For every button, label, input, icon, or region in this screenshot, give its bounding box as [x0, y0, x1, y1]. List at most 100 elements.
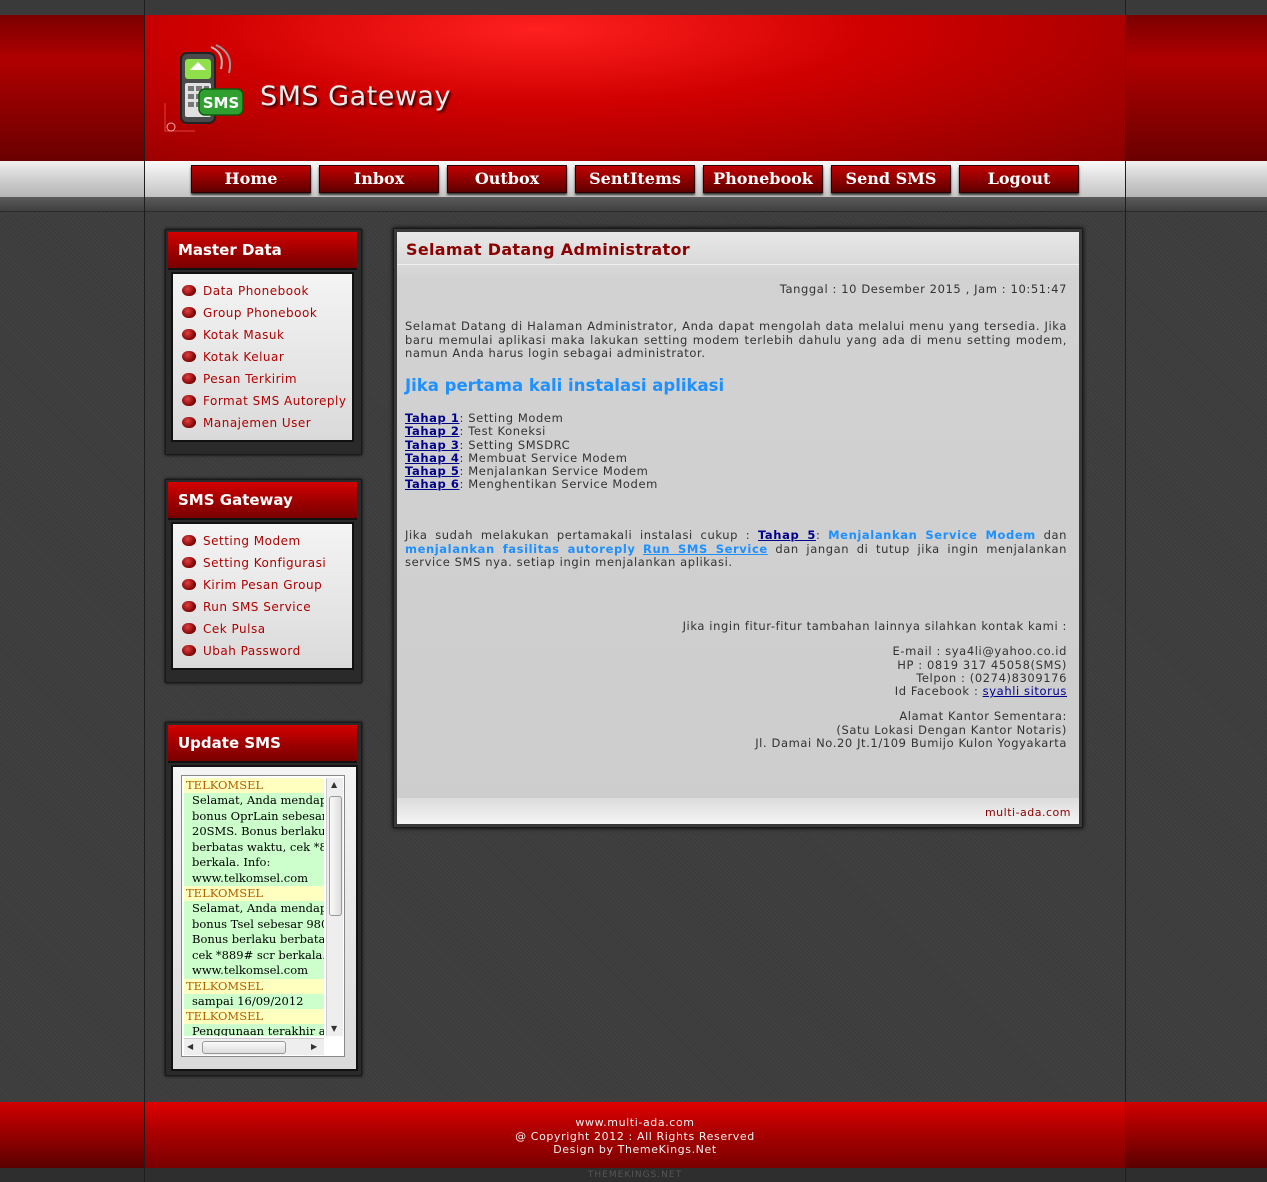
main-nav: Home Inbox Outbox SentItems Phonebook Se…: [145, 161, 1125, 197]
step-link[interactable]: Tahap 2: [405, 424, 460, 438]
step-item: Tahap 2: Test Koneksi: [405, 424, 546, 439]
menu-format-sms-autoreply[interactable]: Format SMS Autoreply: [173, 390, 352, 412]
update-sms-body: TELKOMSEL Selamat, Anda mendapatk bonus …: [171, 765, 358, 1071]
scroll-left-icon[interactable]: ◀: [187, 1042, 193, 1051]
menu-data-phonebook[interactable]: Data Phonebook: [173, 280, 352, 302]
bullet-icon: [182, 645, 196, 656]
install-heading: Jika pertama kali instalasi aplikasi: [405, 376, 725, 395]
nav-inbox[interactable]: Inbox: [319, 165, 439, 193]
sms-scroll-box[interactable]: TELKOMSEL Selamat, Anda mendapatk bonus …: [181, 775, 345, 1057]
office-label: Alamat Kantor Sementara:: [899, 709, 1067, 724]
vertical-scrollbar[interactable]: ▲ ▼: [326, 778, 343, 1036]
menu-run-sms-service[interactable]: Run SMS Service: [173, 596, 352, 618]
bullet-icon: [182, 535, 196, 546]
panel-menu: Data Phonebook Group Phonebook Kotak Mas…: [171, 272, 354, 442]
step-item: Tahap 1: Setting Modem: [405, 411, 564, 425]
menu-kotak-keluar[interactable]: Kotak Keluar: [173, 346, 352, 368]
scroll-up-icon[interactable]: ▲: [331, 780, 337, 789]
panel-master-data: Master Data Data Phonebook Group Phonebo…: [165, 229, 362, 455]
sms-line: berbatas waktu, cek *889#: [184, 839, 324, 855]
menu-pesan-terkirim[interactable]: Pesan Terkirim: [173, 368, 352, 390]
sms-line: www.telkomsel.com: [184, 870, 324, 886]
tahap-5-link[interactable]: Tahap 5: [758, 528, 816, 542]
sms-line: Selamat, Anda mendapatk: [184, 793, 324, 809]
phone-logo-icon: SMS: [164, 44, 244, 132]
bullet-icon: [182, 329, 196, 340]
site-footer: www.multi-ada.com @ Copyright 2012 : All…: [145, 1102, 1125, 1168]
scroll-right-icon[interactable]: ▶: [311, 1042, 317, 1051]
bullet-icon: [182, 395, 196, 406]
step-item: Tahap 4: Membuat Service Modem: [405, 450, 628, 465]
contact-facebook: Id Facebook : syahli sitorus: [894, 684, 1067, 699]
nav-logout[interactable]: Logout: [959, 165, 1079, 193]
facebook-link[interactable]: syahli sitorus: [983, 684, 1067, 698]
bullet-icon: [182, 579, 196, 590]
step-link[interactable]: Tahap 5: [405, 464, 460, 478]
bullet-icon: [182, 623, 196, 634]
menu-kotak-masuk[interactable]: Kotak Masuk: [173, 324, 352, 346]
svg-text:SMS: SMS: [203, 94, 240, 112]
panel-menu: Setting Modem Setting Konfigurasi Kirim …: [171, 522, 354, 670]
menu-group-phonebook[interactable]: Group Phonebook: [173, 302, 352, 324]
bullet-icon: [182, 351, 196, 362]
step-item: Tahap 5: Menjalankan Service Modem: [405, 464, 649, 479]
sms-line: bonus OprLain sebesar: [184, 808, 324, 824]
menu-cek-pulsa[interactable]: Cek Pulsa: [173, 618, 352, 640]
sms-operator: TELKOMSEL: [184, 778, 324, 793]
step-item: Tahap 6: Menghentikan Service Modem: [405, 477, 658, 492]
sms-line: bonus Tsel sebesar 980SM: [184, 916, 324, 932]
nav-home[interactable]: Home: [191, 165, 311, 193]
contact-intro: Jika ingin fitur-fitur tambahan lainnya …: [682, 619, 1067, 633]
sms-line: Penggunaan terakhir anda: [184, 1024, 324, 1036]
bullet-icon: [182, 557, 196, 568]
menu-setting-konfigurasi[interactable]: Setting Konfigurasi: [173, 552, 352, 574]
sms-line: berkala. Info:: [184, 855, 324, 871]
content-footer-link[interactable]: multi-ada.com: [985, 806, 1071, 819]
panel-header: Update SMS: [168, 725, 357, 763]
sms-line: Selamat, Anda mendapatk: [184, 901, 324, 917]
sms-line: sampai 16/09/2012: [184, 993, 324, 1009]
contact-hp: HP : 0819 317 45058(SMS): [897, 657, 1067, 672]
panel-title: Update SMS: [178, 734, 281, 752]
panel-header: SMS Gateway: [168, 482, 357, 520]
scroll-down-icon[interactable]: ▼: [331, 1024, 337, 1033]
sms-line: www.telkomsel.com: [184, 963, 324, 979]
after-install-text: Jika sudah melakukan pertamakali instala…: [405, 528, 1068, 569]
footer-copyright: @ Copyright 2012 : All Rights Reserved: [515, 1129, 755, 1143]
horizontal-scrollbar[interactable]: ◀ ▶: [184, 1038, 324, 1055]
menu-setting-modem[interactable]: Setting Modem: [173, 530, 352, 552]
office-address: Jl. Damai No.20 Jt.1/109 Bumijo Kulon Yo…: [755, 736, 1067, 751]
sms-operator: TELKOMSEL: [184, 978, 324, 994]
horizontal-scroll-thumb[interactable]: [202, 1041, 286, 1054]
sms-operator: TELKOMSEL: [184, 886, 324, 901]
site-title: SMS Gateway: [260, 81, 451, 112]
vertical-scroll-thumb[interactable]: [329, 796, 342, 916]
nav-outbox[interactable]: Outbox: [447, 165, 567, 193]
step-link[interactable]: Tahap 6: [405, 477, 460, 491]
menu-manajemen-user[interactable]: Manajemen User: [173, 412, 352, 434]
nav-phonebook[interactable]: Phonebook: [703, 165, 823, 193]
page-title: Selamat Datang Administrator: [406, 240, 690, 259]
sms-line: Bonus berlaku berbatas wa: [184, 932, 324, 948]
bullet-icon: [182, 285, 196, 296]
step-link[interactable]: Tahap 4: [405, 451, 460, 465]
menu-kirim-pesan-group[interactable]: Kirim Pesan Group: [173, 574, 352, 596]
content-footer: multi-ada.com: [397, 798, 1079, 824]
nav-send-sms[interactable]: Send SMS: [831, 165, 951, 193]
footer-design-credit: Design by ThemeKings.Net: [553, 1143, 717, 1156]
sms-line: 20SMS. Bonus berlaku: [184, 824, 324, 840]
steps-list: Tahap 1: Setting Modem Tahap 2: Test Kon…: [405, 411, 658, 492]
sms-operator: TELKOMSEL: [184, 1009, 324, 1024]
menu-ubah-password[interactable]: Ubah Password: [173, 640, 352, 662]
bottom-credit: THEMEKINGS.NET: [145, 1168, 1125, 1182]
run-sms-service-link[interactable]: Run SMS Service: [643, 542, 768, 556]
office-note: (Satu Lokasi Dengan Kantor Notaris): [836, 722, 1067, 737]
nav-sentitems[interactable]: SentItems: [575, 165, 695, 193]
date-time: Tanggal : 10 Desember 2015 , Jam : 10:51…: [779, 282, 1067, 296]
contact-info: Jika ingin fitur-fitur tambahan lainnya …: [682, 619, 1067, 751]
footer-site-link[interactable]: www.multi-ada.com: [145, 1102, 1125, 1130]
step-link[interactable]: Tahap 1: [405, 411, 460, 425]
sms-list: TELKOMSEL Selamat, Anda mendapatk bonus …: [184, 778, 324, 1036]
step-link[interactable]: Tahap 3: [405, 438, 460, 452]
panel-update-sms: Update SMS TELKOMSEL Selamat, Anda menda…: [165, 722, 362, 1076]
